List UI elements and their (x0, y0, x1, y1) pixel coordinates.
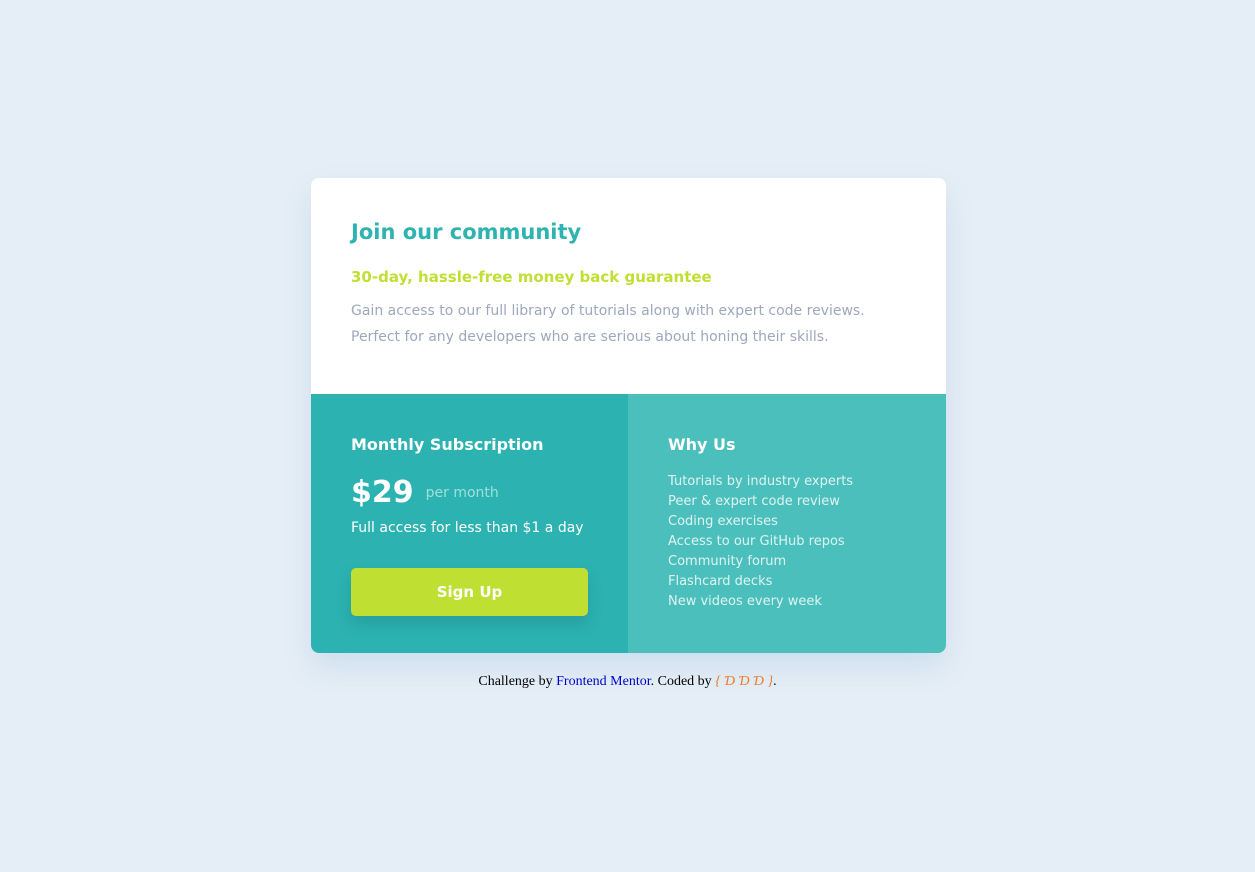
price-value: $29 (351, 475, 414, 510)
attribution-suffix: . (773, 674, 777, 689)
subscription-panel: Monthly Subscription $29 per month Full … (311, 394, 628, 653)
list-item: Coding exercises (668, 514, 778, 529)
list-item: Access to our GitHub repos (668, 534, 845, 549)
access-note: Full access for less than $1 a day (351, 520, 584, 536)
frontend-mentor-link[interactable]: Frontend Mentor (556, 674, 651, 689)
page-title: Join our community (351, 220, 582, 244)
why-us-list: Tutorials by industry experts Peer & exp… (668, 472, 906, 612)
list-item: Community forum (668, 554, 787, 569)
card-intro: Join our community 30-day, hassle-free m… (311, 178, 946, 394)
list-item: Flashcard decks (668, 574, 773, 589)
subscription-title: Monthly Subscription (351, 435, 544, 454)
attribution-prefix: Challenge by (478, 674, 557, 689)
list-item: Tutorials by industry experts (668, 474, 854, 489)
attribution: Challenge by Frontend Mentor. Coded by {… (0, 672, 1255, 692)
price-row: $29 per month (351, 474, 588, 512)
attribution-middle: . Coded by (650, 674, 716, 689)
pricing-card: Join our community 30-day, hassle-free m… (311, 178, 946, 653)
list-item: New videos every week (668, 594, 822, 609)
sign-up-button[interactable]: Sign Up (351, 568, 588, 616)
price-period: per month (425, 485, 499, 501)
card-description: Gain access to our full library of tutor… (351, 303, 865, 345)
why-us-title: Why Us (668, 435, 736, 454)
why-us-panel: Why Us Tutorials by industry experts Pee… (628, 394, 946, 653)
list-item: Peer & expert code review (668, 494, 840, 509)
guarantee-heading: 30-day, hassle-free money back guarantee (351, 268, 712, 286)
coder-link[interactable]: { Ɗ Ɗ Ɗ } (715, 674, 773, 689)
